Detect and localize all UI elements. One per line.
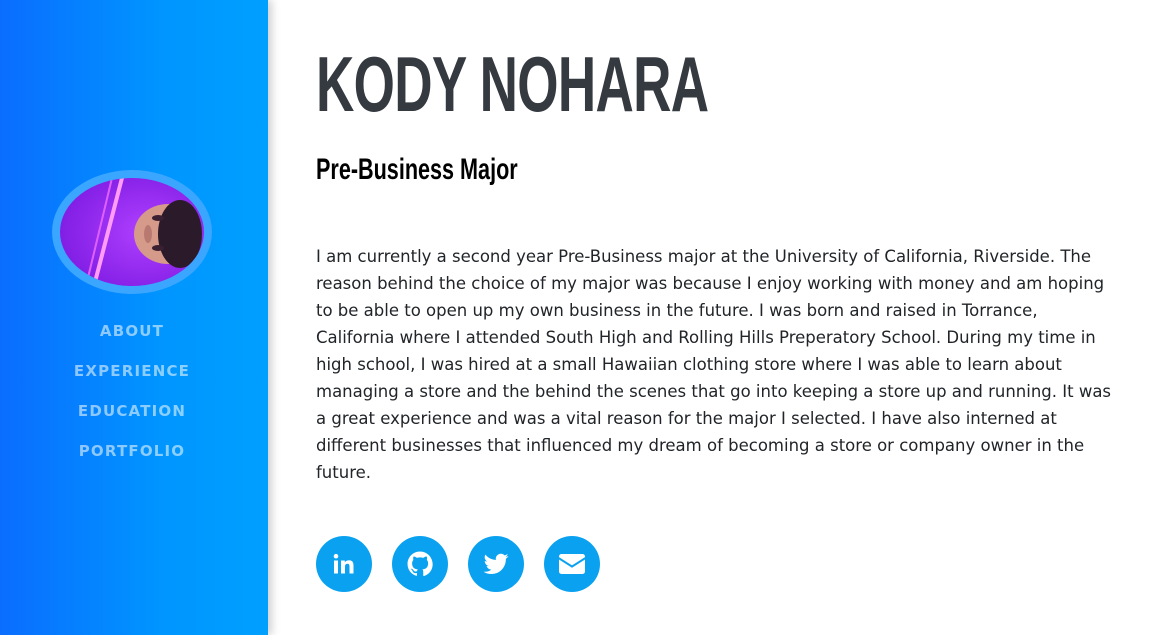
linkedin-icon [333, 553, 354, 574]
nav-link-experience[interactable]: EXPERIENCE [74, 362, 190, 380]
page-subtitle: Pre-Business Major [316, 153, 518, 186]
twitter-icon [483, 553, 509, 574]
page-title: KODY NOHARA [316, 40, 709, 128]
nav-item-portfolio: PORTFOLIO [0, 438, 264, 478]
profile-avatar [52, 170, 212, 294]
github-icon [407, 551, 433, 577]
linkedin-button[interactable] [316, 536, 372, 592]
nav-item-education: EDUCATION [0, 398, 264, 438]
nav-link-education[interactable]: EDUCATION [78, 402, 186, 420]
nav-link-about[interactable]: ABOUT [100, 322, 164, 340]
sidebar-nav: ABOUT EXPERIENCE EDUCATION PORTFOLIO [0, 318, 264, 478]
envelope-icon [559, 554, 585, 574]
avatar-photo [60, 178, 204, 286]
nav-link-portfolio[interactable]: PORTFOLIO [79, 442, 186, 460]
nav-item-about: ABOUT [0, 318, 264, 358]
about-paragraph: I am currently a second year Pre-Busines… [316, 247, 1112, 482]
nav-item-experience: EXPERIENCE [0, 358, 264, 398]
sidebar: ABOUT EXPERIENCE EDUCATION PORTFOLIO [0, 0, 268, 635]
github-button[interactable] [392, 536, 448, 592]
social-links [316, 536, 600, 592]
twitter-button[interactable] [468, 536, 524, 592]
email-button[interactable] [544, 536, 600, 592]
